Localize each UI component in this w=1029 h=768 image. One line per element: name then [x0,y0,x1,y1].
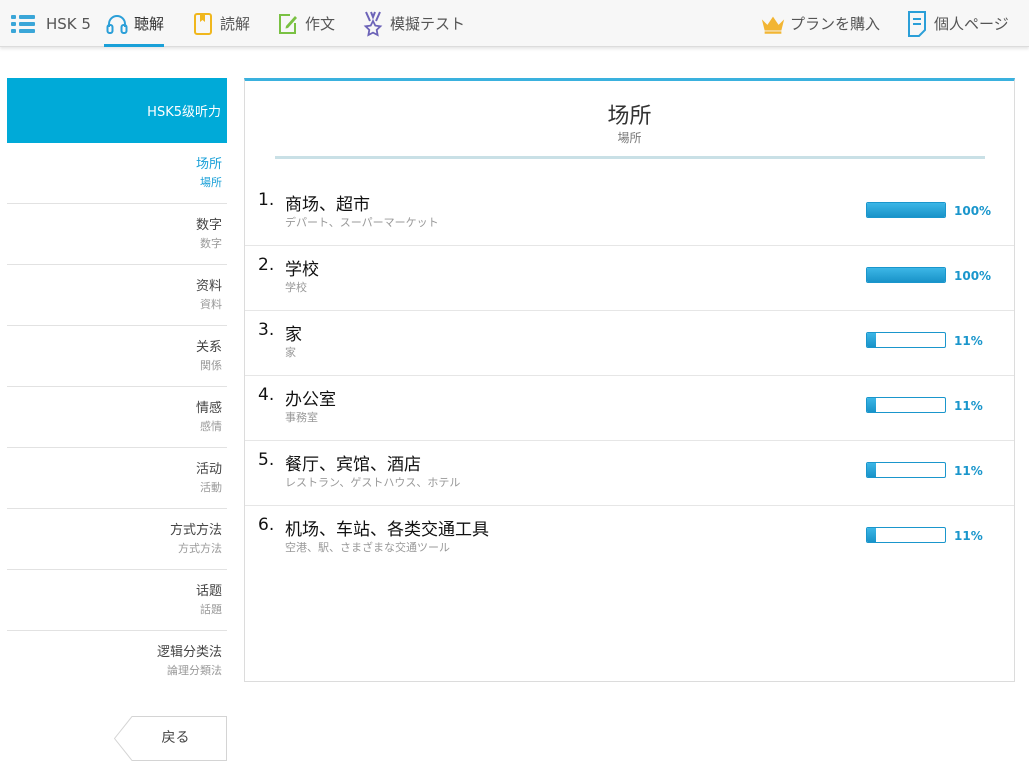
progress-fill [867,463,876,477]
sidebar-title: HSK5级听力 [7,78,227,143]
progress-percent: 100% [954,269,992,283]
sidebar-item-sublabel: 感情 [200,419,222,433]
page-title: 场所 [607,104,652,129]
sidebar-item-label: 资料 [195,278,222,294]
sidebar-item-sublabel: 論理分類法 [167,664,222,677]
lesson-row[interactable]: 2. 学校 学校 100% [245,246,1014,311]
medal-icon [360,11,386,37]
progress-bar [866,397,946,413]
lesson-row[interactable]: 1. 商场、超市 デパート、スーパーマーケット 100% [245,181,1014,246]
tab-listening[interactable]: 聴解 [104,0,165,47]
lesson-subtitle: 空港、駅、さまざまな交通ツール [285,541,450,554]
sidebar-item-sublabel: 方式方法 [178,541,222,555]
tab-label: 聴解 [134,15,165,33]
lesson-subtitle: レストラン、ゲストハウス、ホテル [285,476,461,489]
sidebar-item-sublabel: 場所 [200,175,222,189]
progress-bar [866,267,946,283]
level-label: HSK 5 [46,14,91,33]
sidebar-item-sublabel: 活動 [200,480,222,494]
sidebar-item-label: 场所 [195,156,222,172]
progress-fill [867,268,945,282]
personal-page-label: 個人ページ [934,15,1009,33]
sidebar-item-sublabel: 話題 [200,602,222,616]
lesson-number: 5. [258,450,275,470]
tab-reading[interactable]: 読解 [190,0,250,47]
progress-bar [866,527,946,543]
tab-label: 模擬テスト [390,15,466,33]
edit-icon [275,11,301,37]
progress-bar [866,332,946,348]
sidebar-item-topics[interactable]: 话题 話題 [7,570,227,631]
lesson-title: 商场、超市 [285,195,370,215]
progress-fill [867,398,876,412]
lesson-title: 办公室 [285,390,336,410]
progress-bar [866,202,946,218]
sidebar-item-sublabel: 数字 [200,236,222,250]
lesson-row[interactable]: 3. 家 家 11% [245,311,1014,376]
sidebar-item-label: 关系 [195,339,222,355]
lesson-number: 6. [258,515,275,535]
progress-fill [867,528,876,542]
progress-fill [867,203,945,217]
title-divider [275,156,985,159]
sidebar-item-emotions[interactable]: 情感 感情 [7,387,227,448]
sidebar-item-label: 情感 [195,400,222,416]
lesson-number: 2. [258,255,275,275]
document-icon [904,10,930,37]
progress-fill [867,333,876,347]
lesson-panel: 场所 場所 1. 商场、超市 デパート、スーパーマーケット 100% 2. 学校… [244,78,1015,682]
lesson-number: 4. [258,385,275,405]
lesson-number: 3. [258,320,275,340]
category-sidebar: HSK5级听力 场所 場所 数字 数字 资料 資料 关系 関係 情感 感情 活动… [7,78,227,692]
menu-button[interactable]: HSK 5 [10,0,91,47]
headphones-icon [104,11,130,37]
lesson-subtitle: 事務室 [285,411,318,424]
lesson-title: 学校 [285,260,319,280]
sidebar-item-materials[interactable]: 资料 資料 [7,265,227,326]
progress-percent: 11% [954,464,983,478]
progress-percent: 100% [954,204,992,218]
sidebar-item-label: 数字 [195,217,222,233]
sidebar-item-sublabel: 関係 [200,358,222,372]
sidebar-item-place[interactable]: 场所 場所 [7,143,227,204]
tab-label: 読解 [220,15,251,33]
sidebar-item-label: 逻辑分类法 [156,645,222,660]
page-subtitle: 場所 [617,131,642,145]
sidebar-item-label: 话题 [195,583,222,599]
back-button-label: 戻る [161,730,190,746]
progress-percent: 11% [954,399,983,413]
lesson-subtitle: 学校 [285,281,307,294]
progress-percent: 11% [954,334,983,348]
top-navigation-bar: HSK 5 聴解 読解 作文 模擬テスト プランを購入 個人ページ [0,0,1029,47]
sidebar-item-methods[interactable]: 方式方法 方式方法 [7,509,227,570]
sidebar-item-sublabel: 資料 [200,297,222,311]
lesson-row[interactable]: 6. 机场、车站、各类交通工具 空港、駅、さまざまな交通ツール 11% [245,506,1014,571]
tab-writing[interactable]: 作文 [275,0,335,47]
lesson-title: 餐厅、宾馆、酒店 [285,455,421,475]
lesson-title: 家 [285,325,302,345]
lesson-subtitle: デパート、スーパーマーケット [285,216,439,229]
sidebar-item-numbers[interactable]: 数字 数字 [7,204,227,265]
tab-mock-test[interactable]: 模擬テスト [360,0,465,47]
sidebar-item-activities[interactable]: 活动 活動 [7,448,227,509]
back-button[interactable]: 戻る [114,716,227,761]
menu-list-icon [10,11,36,37]
progress-percent: 11% [954,529,983,543]
tab-label: 作文 [305,15,336,33]
sidebar-item-label: 方式方法 [169,522,222,538]
crown-icon [760,11,786,37]
book-icon [190,11,216,37]
lesson-subtitle: 家 [285,346,296,359]
progress-bar [866,462,946,478]
lesson-row[interactable]: 5. 餐厅、宾馆、酒店 レストラン、ゲストハウス、ホテル 11% [245,441,1014,506]
sidebar-item-relations[interactable]: 关系 関係 [7,326,227,387]
personal-page-button[interactable]: 個人ページ [904,0,1009,47]
buy-plan-label: プランを購入 [790,15,881,33]
sidebar-item-logic[interactable]: 逻辑分类法 論理分類法 [7,631,227,692]
sidebar-item-label: 活动 [195,461,222,477]
lesson-title: 机场、车站、各类交通工具 [285,520,489,540]
buy-plan-button[interactable]: プランを購入 [760,0,880,47]
lesson-row[interactable]: 4. 办公室 事務室 11% [245,376,1014,441]
lesson-number: 1. [258,190,275,210]
